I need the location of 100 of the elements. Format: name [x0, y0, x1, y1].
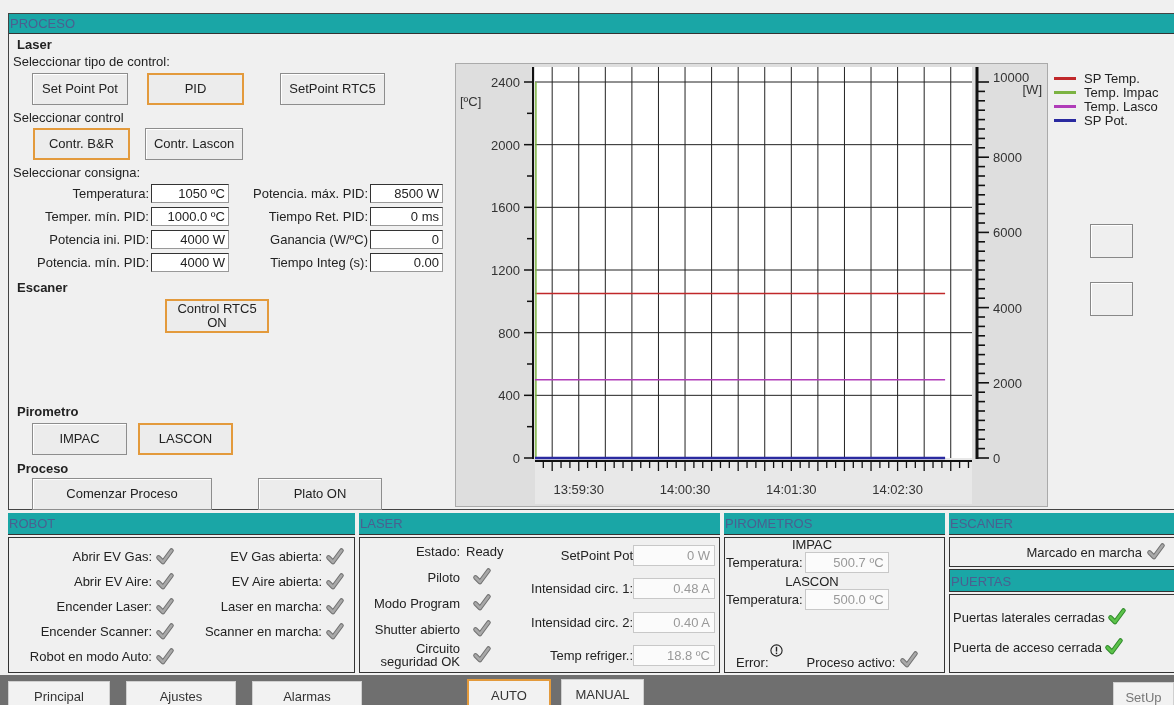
axis-label: 8000	[993, 150, 1022, 166]
value-field[interactable]: 4000 W	[151, 230, 229, 249]
signal-label: Puerta de acceso cerrada	[953, 639, 1102, 655]
section-title: ROBOT	[8, 513, 355, 535]
error-label: Error:	[736, 655, 769, 670]
reading-label: Temperatura:	[726, 592, 803, 607]
field-label: Tiempo Integ (s):	[269, 255, 369, 270]
field-caption: Seleccionar control	[13, 110, 124, 125]
field-label: Potencia. máx. PID:	[252, 186, 369, 201]
axis-label: 13:59:30	[553, 482, 605, 497]
mode-tab[interactable]: MANUAL	[561, 679, 644, 705]
signal-label: Robot en modo Auto:	[29, 649, 152, 664]
reading-label: Intensidad circ. 2:	[531, 614, 633, 630]
axis-label: 14:02:30	[872, 482, 923, 497]
reading-label: Temp refriger.:	[549, 648, 633, 663]
nav-button[interactable]: Principal	[8, 681, 110, 705]
axis-label: 2400	[491, 75, 520, 90]
signal-label: EV Aire abierta:	[231, 574, 322, 589]
legend-swatch	[1054, 118, 1076, 122]
signal-label: Abrir EV Gas:	[72, 549, 152, 564]
setup-button[interactable]: SetUp	[1113, 682, 1174, 705]
field-label: Potencia. mín. PID:	[36, 255, 150, 270]
section-title: ESCANER	[949, 513, 1174, 535]
signal-label: Piloto	[426, 570, 460, 584]
group-title: Pirometro	[17, 404, 79, 419]
legend-swatch	[1054, 104, 1076, 108]
action-button[interactable]: Comenzar Proceso	[32, 478, 212, 510]
signal-label: Proceso activo:	[806, 655, 896, 670]
legend-swatch	[1054, 90, 1076, 94]
value-field[interactable]: 8500 W	[370, 184, 443, 203]
axis-label: 0	[993, 451, 1001, 466]
sensor-name: IMPAC	[790, 538, 834, 552]
signal-label: Marcado en marcha	[1026, 544, 1142, 560]
axis-label: 1200	[491, 263, 520, 278]
field-caption: Seleccionar tipo de control:	[13, 54, 170, 69]
mode-tab[interactable]: AUTO	[467, 679, 551, 705]
signal-label: Scanner en marcha:	[204, 624, 322, 639]
option-button[interactable]: Contr. Lascon	[145, 128, 243, 160]
legend-swatch	[1054, 76, 1076, 80]
signal-label: Abrir EV Aire:	[73, 574, 152, 589]
nav-button[interactable]: Alarmas	[252, 681, 362, 705]
axis-label: 2000	[993, 375, 1022, 391]
reading-label: SetPoint Pot	[560, 548, 633, 563]
axis-label: 4000	[993, 300, 1022, 316]
field-caption: Seleccionar consigna:	[13, 165, 141, 180]
axis-unit: [W]	[1022, 82, 1042, 97]
section-title: PIROMETROS	[724, 513, 945, 535]
axis-label: 400	[498, 388, 520, 404]
field-label: Temperatura:	[71, 186, 150, 201]
value-field[interactable]: 0 ms	[370, 207, 443, 226]
option-button[interactable]: LASCON	[138, 423, 233, 455]
axis-label: 14:00:30	[659, 482, 711, 497]
legend-label: SP Temp.	[1084, 70, 1140, 86]
signal-label: Modo Program	[373, 596, 460, 610]
axis-label: 14:01:30	[766, 482, 817, 497]
axis-label: 800	[498, 325, 520, 341]
option-button[interactable]: SetPoint RTC5	[280, 73, 385, 105]
legend-label: Temp. Impac	[1084, 84, 1159, 100]
option-button[interactable]: PID	[147, 73, 244, 105]
value-field[interactable]: 0.00	[370, 253, 443, 272]
action-button[interactable]: Plato ON	[258, 478, 382, 510]
value-field[interactable]: 1000.0 ºC	[151, 207, 229, 226]
exclamation-icon	[769, 644, 783, 657]
axis-unit: [ºC]	[460, 94, 482, 109]
field-label: Temper. mín. PID:	[43, 209, 150, 224]
sensor-name: LASCON	[784, 575, 840, 589]
field-label: Ganancia (W/ºC)	[269, 232, 369, 247]
signal-label: EV Gas abierta:	[230, 549, 322, 564]
section-title: PUERTAS	[949, 569, 1174, 592]
group-title: Proceso	[17, 461, 69, 476]
signal-label: Puertas laterales cerradas	[953, 609, 1105, 625]
value-field[interactable]: 0	[370, 230, 443, 249]
group-title: Escaner	[17, 280, 68, 295]
value-field[interactable]: 1050 ºC	[151, 184, 229, 203]
signal-label: Laser en marcha:	[220, 599, 322, 614]
blank-button[interactable]	[1090, 224, 1133, 258]
signal-label: Encender Laser:	[56, 599, 152, 614]
section-title: LASER	[359, 513, 720, 535]
axis-label: 1600	[491, 200, 520, 216]
axis-label: 2000	[491, 137, 520, 153]
axis-label: 0	[512, 451, 520, 466]
reading-label: Intensidad circ. 1:	[531, 581, 633, 597]
signal-label: Circuito seguridad OK	[379, 642, 460, 668]
signal-label: Shutter abierto	[373, 622, 460, 636]
value-field[interactable]: 4000 W	[151, 253, 229, 272]
field-label: Potencia ini. PID:	[48, 232, 150, 247]
group-title: Laser	[17, 37, 52, 52]
option-button[interactable]: Set Point Pot	[32, 73, 128, 105]
status-label: Estado:	[414, 544, 460, 558]
status-value: Ready	[466, 543, 504, 559]
signal-label: Encender Scanner:	[40, 624, 152, 639]
field-label: Tiempo Ret. PID:	[267, 209, 369, 224]
reading-label: Temperatura:	[726, 555, 803, 570]
option-button[interactable]: IMPAC	[32, 423, 127, 455]
nav-button[interactable]: Ajustes	[126, 681, 236, 705]
axis-label: 10000	[993, 70, 1030, 85]
option-button[interactable]: Contr. B&R	[33, 128, 130, 160]
blank-button[interactable]	[1090, 282, 1133, 316]
option-button[interactable]: Control RTC5 ON	[165, 299, 269, 333]
section-title: PROCESO	[9, 14, 1174, 34]
